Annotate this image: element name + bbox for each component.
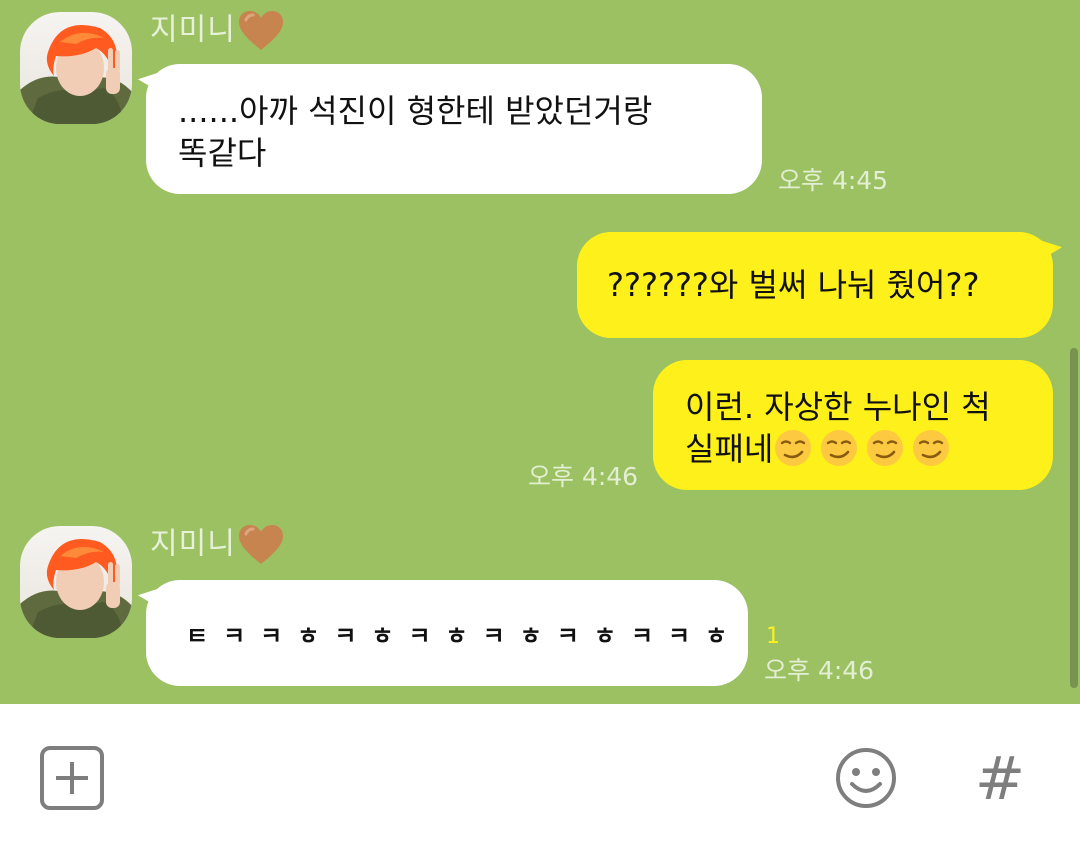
smirking-face-emoji-icon (821, 430, 858, 466)
avatar-photo (20, 539, 132, 638)
sender-name-text: 지미니 (150, 526, 236, 562)
message-input-bar: # (0, 704, 1080, 848)
message-bubble-incoming[interactable]: ......아까 석진이 형한테 받았던거랑 똑같다 (146, 64, 762, 194)
heart-icon (238, 525, 283, 564)
message-timestamp: 오후 4:46 (764, 656, 875, 685)
message-timestamp: 오후 4:45 (778, 166, 889, 195)
unread-count: 1 (766, 624, 780, 649)
message-bubble-outgoing[interactable]: ??????와 벌써 나눠 줬어?? (577, 232, 1053, 338)
message-text-line: ㅌㅋㅋㅎㅋㅎㅋㅎㅋㅎㅋㅎㅋㅋㅎ (186, 622, 743, 650)
sender-name-text: 지미니 (150, 12, 236, 48)
smirking-face-emoji-icon (867, 430, 904, 466)
scrollbar[interactable] (1070, 348, 1078, 688)
chat-area[interactable]: 지미니 ......아까 석진이 형한테 받았던거랑 똑같다 오후 4:45 ?… (0, 0, 1080, 704)
message-bubble-incoming[interactable]: ㅌㅋㅋㅎㅋㅎㅋㅎㅋㅎㅋㅎㅋㅋㅎ (146, 580, 748, 686)
smirking-face-emoji-icon (775, 430, 812, 466)
message-text-line: ??????와 벌써 나눠 줬어?? (607, 266, 980, 304)
sender-avatar[interactable] (20, 526, 132, 638)
message-bubble-outgoing[interactable]: 이런. 자상한 누나인 척 실패네 (653, 360, 1053, 490)
sender-avatar[interactable] (20, 12, 132, 124)
sender-name: 지미니 (150, 10, 284, 52)
message-text-line: 이런. 자상한 누나인 척 (685, 388, 991, 426)
message-text-line: 똑같다 (178, 134, 267, 172)
hash-button[interactable]: # (968, 744, 1032, 814)
avatar-photo (20, 25, 132, 124)
bubble-tail (1036, 229, 1062, 263)
smirking-face-emoji-icon (913, 430, 950, 466)
sender-name: 지미니 (150, 524, 284, 566)
message-timestamp: 오후 4:46 (528, 462, 639, 491)
message-text-line: 실패네 (685, 428, 1053, 470)
smiley-icon[interactable] (834, 746, 898, 810)
message-text: 실패네 (685, 430, 774, 468)
plus-square-icon[interactable] (40, 746, 104, 810)
message-text-line: ......아까 석진이 형한테 받았던거랑 (178, 92, 653, 130)
heart-icon (238, 11, 283, 50)
